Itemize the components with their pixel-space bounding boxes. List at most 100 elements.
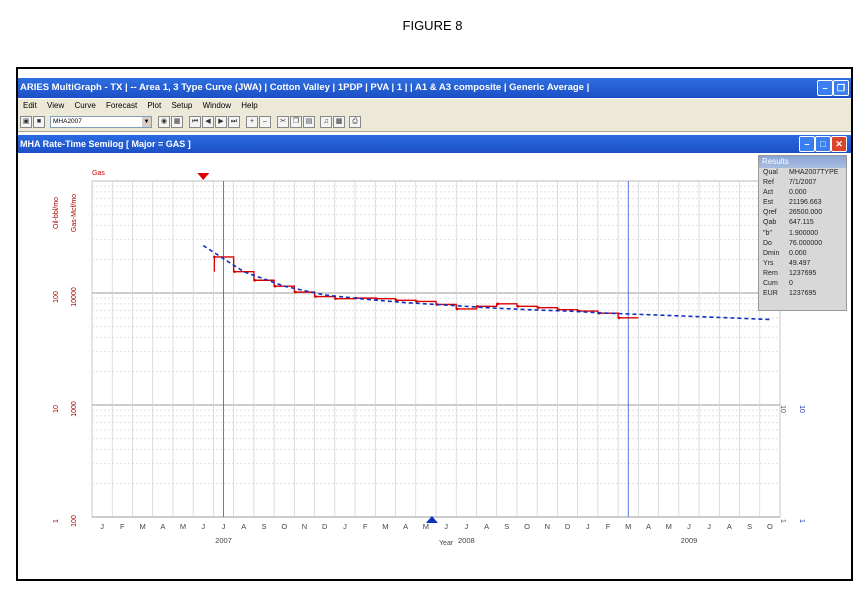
results-key: Yrs	[763, 259, 774, 267]
menu-help[interactable]: Help	[241, 101, 257, 110]
month-tick-label: M	[423, 522, 429, 531]
month-tick-label: M	[139, 522, 145, 531]
year-tick-label: 2009	[681, 536, 698, 545]
x-axis-label: Year	[439, 540, 454, 547]
results-row: Do 76.000000	[759, 239, 846, 249]
month-tick-label: J	[707, 522, 711, 531]
month-tick-label: A	[484, 522, 489, 531]
rate-time-plot[interactable]: J F M A M J J A S O N D J F M A M J J A S O N D J F M A M J J A S O 2007 20…	[18, 155, 851, 579]
left-outer-tick-label: 100	[53, 291, 60, 303]
results-panel: Results Qual MHA2007TYPE Ref 7/1/2007 Act 0.0…	[758, 155, 847, 311]
results-key: Rem	[763, 269, 778, 277]
left-outer-tick-label: 10	[53, 405, 60, 413]
results-value: 26500.000	[789, 209, 823, 217]
month-tick-label: A	[727, 522, 732, 531]
results-value: 49.497	[789, 259, 811, 267]
results-value: 21196.663	[789, 199, 822, 207]
minimize-icon[interactable]: –	[799, 136, 815, 152]
results-row: "b" 1.900000	[759, 229, 846, 239]
results-key: Qref	[763, 209, 777, 217]
first-icon[interactable]: ⏮	[189, 116, 201, 128]
month-tick-label: A	[403, 522, 408, 531]
open-icon[interactable]: ▣	[20, 116, 32, 128]
results-row: Est 21196.663	[759, 198, 846, 208]
right-tick-label-secondary: 10	[798, 405, 805, 413]
results-title: Results	[759, 156, 846, 168]
results-key: Qual	[763, 169, 778, 176]
results-key: "b"	[763, 229, 772, 237]
month-tick-label: D	[322, 522, 328, 531]
next-icon[interactable]: ▶	[215, 116, 227, 128]
well-select[interactable]: MHA2007 ▼	[50, 116, 152, 128]
app-title: ARIES MultiGraph - TX | -- Area 1, 3 Typ…	[20, 82, 590, 93]
menu-bar: Edit View Curve Forecast Plot Setup Wind…	[18, 99, 851, 113]
zoom-in-icon[interactable]: +	[246, 116, 258, 128]
month-tick-label: N	[545, 522, 550, 531]
prev-icon[interactable]: ◀	[202, 116, 214, 128]
results-value: 0.000	[789, 189, 807, 197]
chevron-down-icon[interactable]: ▼	[142, 117, 151, 127]
right-tick-label: 1	[779, 519, 786, 523]
month-tick-label: J	[464, 522, 468, 531]
well-select-value: MHA2007	[53, 118, 82, 125]
save-icon[interactable]: ■	[33, 116, 45, 128]
menu-window[interactable]: Window	[203, 101, 231, 110]
month-tick-label: O	[767, 522, 773, 531]
menu-curve[interactable]: Curve	[74, 101, 95, 110]
minimize-icon[interactable]: –	[817, 80, 833, 96]
month-tick-label: F	[606, 522, 611, 531]
maximize-icon[interactable]: □	[815, 136, 831, 152]
month-tick-label: J	[586, 522, 590, 531]
refresh-icon[interactable]: ◉	[158, 116, 170, 128]
plot-area: J F M A M J J A S O N D J F M A M J J A S O N D J F M A M J J A S O 2007 20…	[18, 155, 851, 579]
results-row: Act 0.000	[759, 188, 846, 198]
month-tick-label: O	[524, 522, 530, 531]
cut-icon[interactable]: ✂	[277, 116, 289, 128]
last-icon[interactable]: ⏭	[228, 116, 240, 128]
right-tick-label: 10	[779, 405, 786, 413]
results-value: 1.900000	[789, 229, 819, 237]
menu-view[interactable]: View	[47, 101, 64, 110]
month-tick-label: S	[747, 522, 752, 531]
results-key: Dmin	[763, 249, 780, 257]
month-tick-label: F	[120, 522, 125, 531]
menu-forecast[interactable]: Forecast	[106, 101, 137, 110]
music-note-icon[interactable]: ♫	[320, 116, 332, 128]
figure-title: FIGURE 8	[402, 18, 463, 33]
results-row: EUR 1237695	[759, 289, 846, 299]
results-value: 0	[789, 280, 793, 288]
series-label-gas: Gas	[92, 170, 105, 177]
restore-icon[interactable]: ❐	[833, 80, 849, 96]
results-key: Ref	[763, 179, 774, 187]
month-tick-label: A	[160, 522, 165, 531]
paste-icon[interactable]: ▤	[303, 116, 315, 128]
results-row: Dmin 0.000	[759, 249, 846, 259]
close-icon[interactable]: ✕	[831, 136, 847, 152]
left-axis-inner-title: Gas-Mcf/mo	[71, 194, 78, 232]
application-window: ARIES MultiGraph - TX | -- Area 1, 3 Typ…	[16, 67, 853, 581]
copy-icon[interactable]: ❐	[290, 116, 302, 128]
results-value: 647.115	[789, 219, 814, 227]
table-icon[interactable]: ▩	[333, 116, 345, 128]
results-value: 1237695	[789, 290, 817, 298]
month-tick-label: J	[444, 522, 448, 531]
results-row: Qab 647.115	[759, 218, 846, 228]
menu-plot[interactable]: Plot	[147, 101, 161, 110]
right-tick-label-secondary: 1	[798, 519, 805, 523]
left-inner-tick-label: 100	[71, 515, 78, 527]
print-icon[interactable]: ⎙	[349, 116, 361, 128]
left-inner-tick-label: 10000	[71, 287, 78, 307]
month-tick-label: F	[363, 522, 368, 531]
zoom-out-icon[interactable]: –	[259, 116, 271, 128]
left-outer-tick-label: 1	[53, 519, 60, 523]
menu-setup[interactable]: Setup	[171, 101, 192, 110]
grid-icon[interactable]: ▦	[171, 116, 183, 128]
month-tick-label: A	[646, 522, 651, 531]
year-tick-label: 2007	[215, 536, 232, 545]
menu-edit[interactable]: Edit	[23, 101, 37, 110]
child-window-title: MHA Rate-Time Semilog [ Major = GAS ]	[20, 139, 191, 149]
results-row: Qual MHA2007TYPE	[759, 168, 846, 178]
month-tick-label: M	[625, 522, 631, 531]
month-tick-label: J	[222, 522, 226, 531]
start-marker-icon[interactable]	[197, 173, 210, 180]
